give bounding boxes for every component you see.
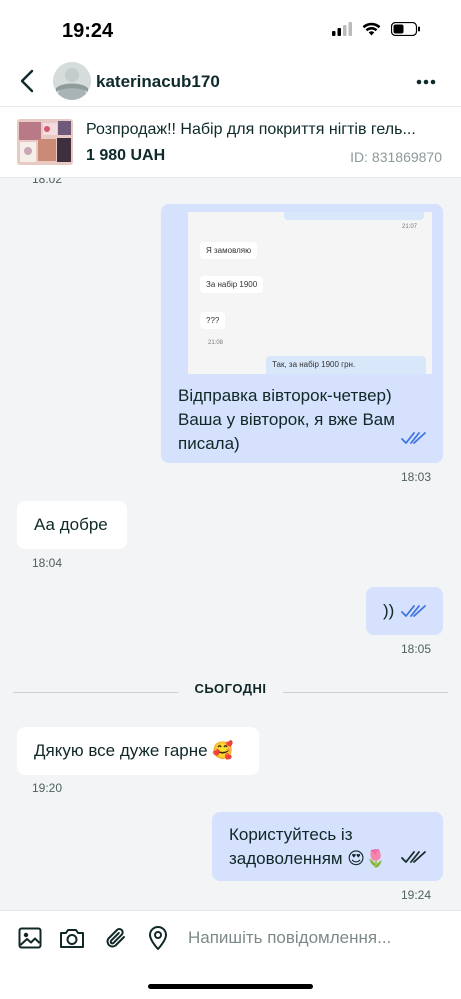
- attach-button[interactable]: [103, 925, 129, 951]
- image-icon: [18, 927, 42, 949]
- double-check-icon: [401, 432, 426, 444]
- camera-icon: [60, 929, 84, 948]
- message-input[interactable]: [188, 925, 438, 951]
- date-divider: СЬОГОДНІ: [194, 681, 267, 696]
- more-dots-icon: [416, 79, 436, 85]
- message-text: Аа добре: [34, 515, 108, 534]
- more-options-button[interactable]: [415, 70, 437, 94]
- message-bubble-incoming[interactable]: Дякую все дуже гарне 🥰: [17, 727, 259, 775]
- product-card[interactable]: Розпродаж!! Набір для покриття нігтів ге…: [0, 106, 461, 178]
- status-bar: 19:24: [0, 0, 461, 60]
- message-bubble-incoming[interactable]: Аа добре: [17, 501, 127, 549]
- avatar[interactable]: [53, 62, 91, 100]
- message-timestamp: 19:20: [32, 781, 63, 795]
- double-check-icon: [401, 851, 426, 863]
- product-title[interactable]: Розпродаж!! Набір для покриття нігтів ге…: [86, 121, 446, 139]
- back-button[interactable]: [14, 66, 40, 96]
- message-timestamp: 18:02: [32, 178, 63, 186]
- message-text: Відправка вівторок-четвер) Ваша у вівтор…: [178, 386, 395, 453]
- wifi-icon: [362, 22, 381, 41]
- location-pin-icon: [149, 926, 167, 950]
- product-thumbnail[interactable]: [17, 119, 73, 165]
- attached-screenshot[interactable]: 21:07 Я замовляю За набір 1900 ??? 21:08…: [188, 212, 432, 374]
- home-indicator[interactable]: [148, 984, 313, 989]
- chevron-left-icon: [20, 69, 34, 93]
- screenshot-message: Так, за набір 1900 грн.: [266, 356, 426, 374]
- screenshot-message: Я замовляю: [200, 242, 258, 259]
- message-timestamp: 18:04: [32, 556, 63, 570]
- paperclip-icon: [106, 928, 125, 948]
- divider-line: [283, 692, 448, 693]
- camera-button[interactable]: [59, 925, 85, 951]
- screenshot-time: 21:08: [208, 340, 224, 346]
- message-bubble-outgoing[interactable]: Користуйтесь із задоволенням 😍🌷: [212, 812, 443, 881]
- message-timestamp: 18:03: [401, 470, 432, 484]
- username[interactable]: katerinacub170: [96, 72, 220, 92]
- screenshot-bubble: [284, 212, 424, 220]
- message-text: Користуйтесь із задоволенням 😍🌷: [229, 825, 387, 868]
- message-timestamp: 18:05: [401, 642, 432, 656]
- screenshot-message: ???: [200, 312, 226, 329]
- chat-header: katerinacub170: [0, 60, 461, 106]
- location-button[interactable]: [145, 925, 171, 951]
- status-icons: [332, 21, 421, 41]
- screenshot-message: За набір 1900: [200, 276, 264, 293]
- product-image: [17, 119, 73, 165]
- double-check-icon: [401, 605, 426, 617]
- message-text: )): [383, 601, 395, 620]
- message-bubble-outgoing[interactable]: )): [366, 587, 443, 635]
- battery-icon: [390, 21, 421, 41]
- product-id: ID: 831869870: [350, 149, 442, 165]
- screenshot-time: 21:07: [402, 224, 418, 230]
- user-avatar-icon: [53, 62, 91, 100]
- product-price: 1 980 UAH: [86, 147, 166, 164]
- cellular-signal-icon: [332, 22, 352, 41]
- status-time: 19:24: [62, 20, 114, 42]
- message-text: Дякую все дуже гарне 🥰: [34, 741, 234, 760]
- message-timestamp: 19:24: [401, 888, 432, 902]
- gallery-button[interactable]: [17, 925, 43, 951]
